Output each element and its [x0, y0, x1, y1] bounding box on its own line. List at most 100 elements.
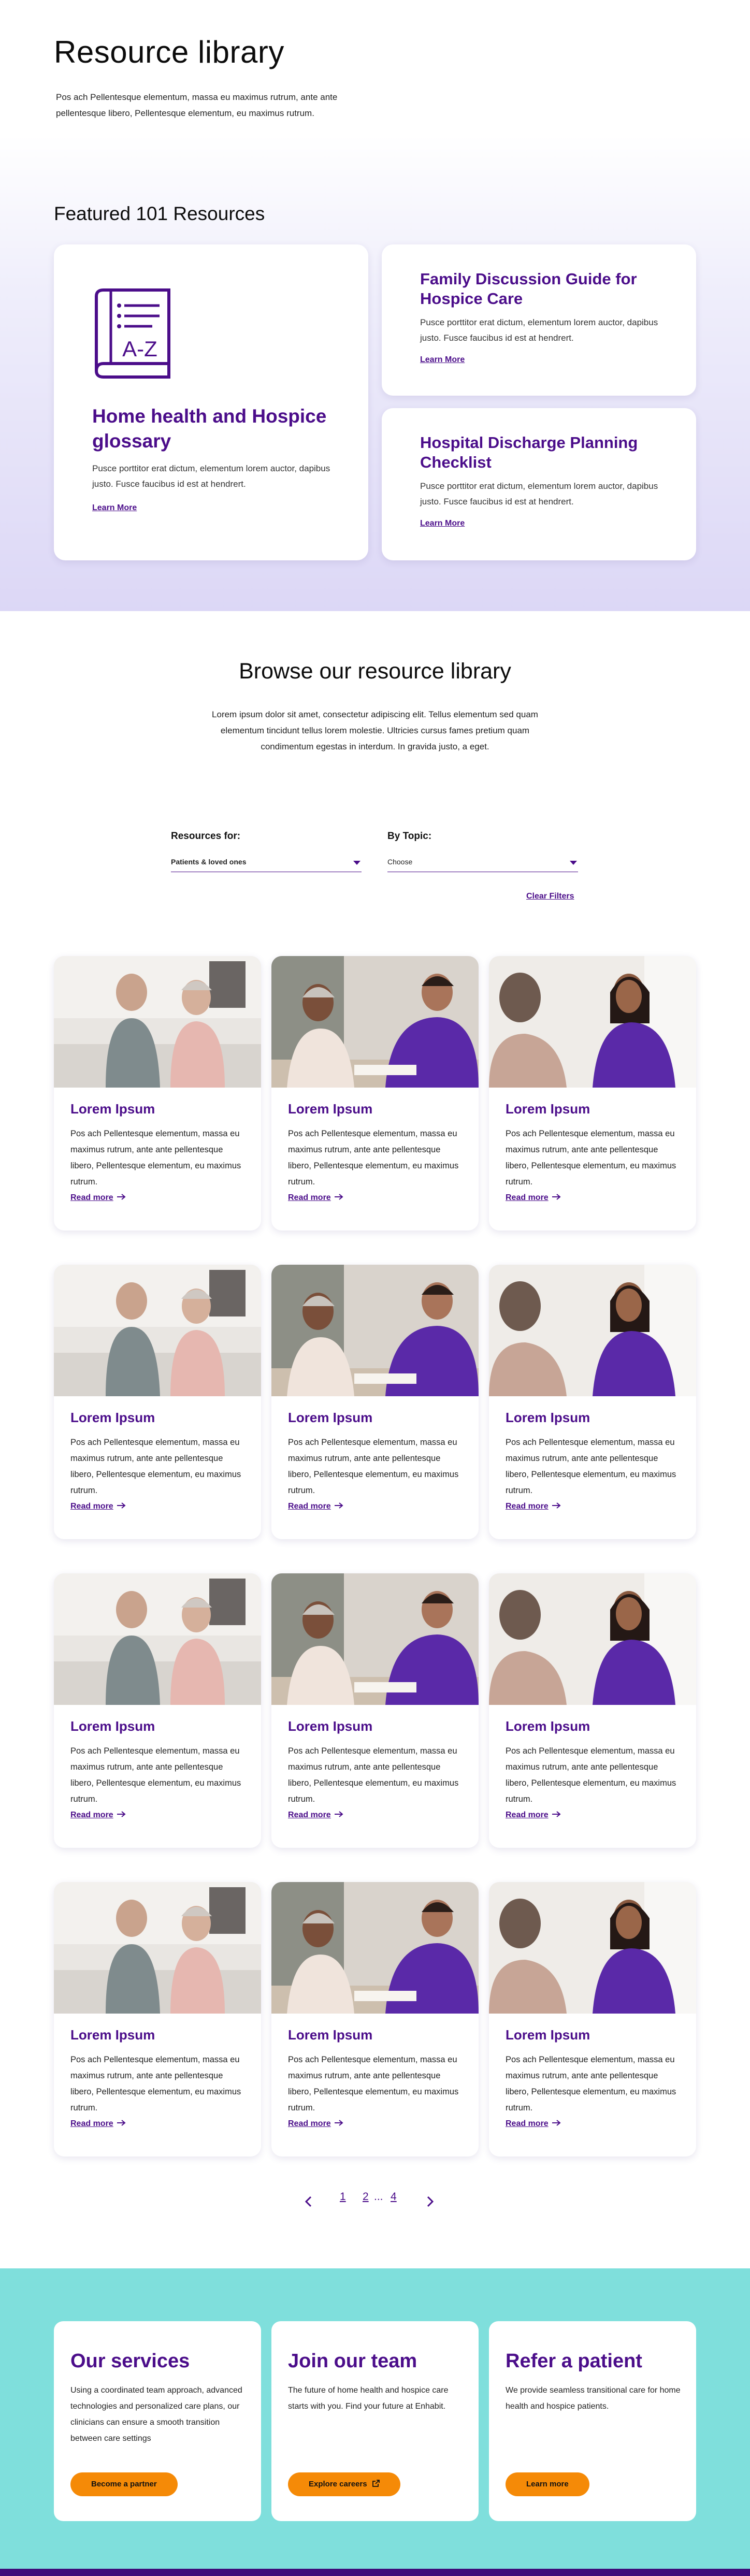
resource-card[interactable]: Lorem Ipsum Pos ach Pellentesque elementu…: [271, 956, 479, 1231]
caret-down-icon: [353, 861, 360, 865]
read-more-label: Read more: [70, 1502, 113, 1511]
nurse-woman-photo: [489, 1882, 696, 2014]
service-title: Refer a patient: [506, 2350, 642, 2372]
featured-side-description: Pusce porttitor erat dictum, elementum l…: [420, 481, 658, 506]
read-more-label: Read more: [506, 1193, 549, 1202]
resource-card[interactable]: Lorem Ipsum Pos ach Pellentesque elementu…: [489, 956, 696, 1231]
featured-card-family-guide[interactable]: Family Discussion Guide for Hospice Care…: [382, 244, 696, 396]
button-label: Become a partner: [91, 2480, 157, 2488]
nurse-man-photo: [271, 956, 479, 1088]
resource-title: Lorem Ipsum: [506, 1410, 590, 1425]
resource-description: Pos ach Pellentesque elementum, massa eu…: [70, 2055, 241, 2112]
arrow-right-icon: [552, 1502, 561, 1511]
nurse-woman-photo: [489, 1573, 696, 1705]
resource-title: Lorem Ipsum: [288, 1101, 373, 1117]
learn-more-link[interactable]: Learn More: [420, 519, 465, 528]
featured-main-title: Home health and Hospice glossary: [92, 406, 327, 452]
az-letters: A-Z: [122, 337, 157, 361]
read-more-link[interactable]: Read more: [288, 1811, 343, 1820]
arrow-right-icon: [334, 1811, 343, 1820]
read-more-link[interactable]: Read more: [506, 1502, 561, 1511]
featured-main-description: Pusce porttitor erat dictum, elementum l…: [92, 464, 330, 489]
resource-description: Pos ach Pellentesque elementum, massa eu…: [288, 1746, 459, 1804]
read-more-label: Read more: [506, 1502, 549, 1511]
resource-card[interactable]: Lorem Ipsum Pos ach Pellentesque elementu…: [271, 1882, 479, 2157]
resource-description: Pos ach Pellentesque elementum, massa eu…: [70, 1746, 241, 1804]
footer-bar: [0, 2569, 750, 2576]
resource-title: Lorem Ipsum: [506, 1718, 590, 1734]
read-more-link[interactable]: Read more: [506, 1811, 561, 1820]
read-more-link[interactable]: Read more: [70, 1502, 126, 1511]
arrow-right-icon: [334, 2119, 343, 2129]
resource-title: Lorem Ipsum: [506, 1101, 590, 1117]
arrow-right-icon: [117, 1811, 126, 1820]
read-more-link[interactable]: Read more: [288, 2119, 343, 2129]
by-topic-select[interactable]: Choose: [387, 853, 578, 872]
browse-heading: Browse our resource library: [239, 659, 511, 684]
resource-description: Pos ach Pellentesque elementum, massa eu…: [506, 1129, 676, 1186]
resource-card[interactable]: Lorem Ipsum Pos ach Pellentesque elementu…: [489, 1573, 696, 1848]
featured-card-discharge-checklist[interactable]: Hospital Discharge Planning Checklist Pu…: [382, 408, 696, 560]
resource-description: Pos ach Pellentesque elementum, massa eu…: [506, 1438, 676, 1495]
service-card-our-services: Our services Using a coordinated team ap…: [54, 2321, 261, 2521]
external-link-icon: [372, 2480, 380, 2487]
resource-card[interactable]: Lorem Ipsum Pos ach Pellentesque elementu…: [54, 956, 261, 1231]
read-more-link[interactable]: Read more: [288, 1193, 343, 1203]
nurse-woman-photo: [489, 1265, 696, 1396]
browse-description: Lorem ipsum dolor sit amet, consectetur …: [212, 710, 538, 751]
hero-section: Resource library Pos ach Pellentesque el…: [0, 0, 750, 611]
become-partner-button[interactable]: Become a partner: [70, 2472, 178, 2496]
page-link-2[interactable]: 2: [363, 2191, 369, 2203]
read-more-link[interactable]: Read more: [506, 2119, 561, 2129]
learn-more-link[interactable]: Learn More: [92, 503, 137, 513]
featured-heading: Featured 101 Resources: [54, 203, 265, 224]
resource-title: Lorem Ipsum: [70, 2027, 155, 2043]
nurse-man-photo: [271, 1265, 479, 1396]
page-link-4[interactable]: 4: [391, 2191, 397, 2203]
arrow-right-icon: [552, 1811, 561, 1820]
read-more-link[interactable]: Read more: [70, 1811, 126, 1820]
resource-description: Pos ach Pellentesque elementum, massa eu…: [70, 1129, 241, 1186]
resource-card[interactable]: Lorem Ipsum Pos ach Pellentesque elementu…: [271, 1265, 479, 1539]
read-more-link[interactable]: Read more: [70, 1193, 126, 1203]
resource-card[interactable]: Lorem Ipsum Pos ach Pellentesque elementu…: [54, 1573, 261, 1848]
arrow-right-icon: [552, 1193, 561, 1203]
pagination-ellipsis: ...: [374, 2191, 383, 2203]
resources-for-value: Patients & loved ones: [171, 858, 247, 866]
arrow-right-icon: [334, 1502, 343, 1511]
resources-for-select[interactable]: Patients & loved ones: [171, 853, 362, 872]
resource-card[interactable]: Lorem Ipsum Pos ach Pellentesque elementu…: [54, 1882, 261, 2157]
resource-card[interactable]: Lorem Ipsum Pos ach Pellentesque elementu…: [54, 1265, 261, 1539]
resource-card[interactable]: Lorem Ipsum Pos ach Pellentesque elementu…: [489, 1882, 696, 2157]
read-more-link[interactable]: Read more: [70, 2119, 126, 2129]
page-link-1[interactable]: 1: [340, 2191, 346, 2203]
arrow-right-icon: [117, 1193, 126, 1203]
resource-description: Pos ach Pellentesque elementum, massa eu…: [288, 2055, 459, 2112]
couple-photo: [54, 1265, 261, 1396]
chevron-left-icon[interactable]: [305, 2196, 313, 2207]
explore-careers-button[interactable]: Explore careers: [288, 2472, 400, 2496]
nurse-woman-photo: [489, 956, 696, 1088]
resource-card[interactable]: Lorem Ipsum Pos ach Pellentesque elementu…: [489, 1265, 696, 1539]
resource-title: Lorem Ipsum: [70, 1101, 155, 1117]
service-title: Join our team: [288, 2350, 417, 2372]
couple-photo: [54, 1882, 261, 2014]
learn-more-link[interactable]: Learn More: [420, 355, 465, 365]
resource-card[interactable]: Lorem Ipsum Pos ach Pellentesque elementu…: [271, 1573, 479, 1848]
learn-more-button[interactable]: Learn more: [506, 2472, 589, 2496]
read-more-label: Read more: [70, 1193, 113, 1202]
service-description: We provide seamless transitional care fo…: [506, 2386, 681, 2411]
read-more-label: Read more: [70, 1811, 113, 1819]
featured-card-glossary[interactable]: A-Z Home health and Hospice glossary Pus…: [54, 244, 368, 560]
clear-filters-link[interactable]: Clear Filters: [526, 892, 574, 901]
hero-description: Pos ach Pellentesque elementum, massa eu…: [56, 92, 338, 118]
button-label: Learn more: [526, 2480, 569, 2488]
read-more-link[interactable]: Read more: [288, 1502, 343, 1511]
read-more-label: Read more: [288, 1811, 331, 1819]
chevron-right-icon[interactable]: [426, 2196, 434, 2207]
service-card-refer-patient: Refer a patient We provide seamless tran…: [489, 2321, 696, 2521]
resource-description: Pos ach Pellentesque elementum, massa eu…: [288, 1129, 459, 1186]
by-topic-label: By Topic:: [387, 831, 432, 842]
read-more-link[interactable]: Read more: [506, 1193, 561, 1203]
read-more-label: Read more: [288, 1193, 331, 1202]
